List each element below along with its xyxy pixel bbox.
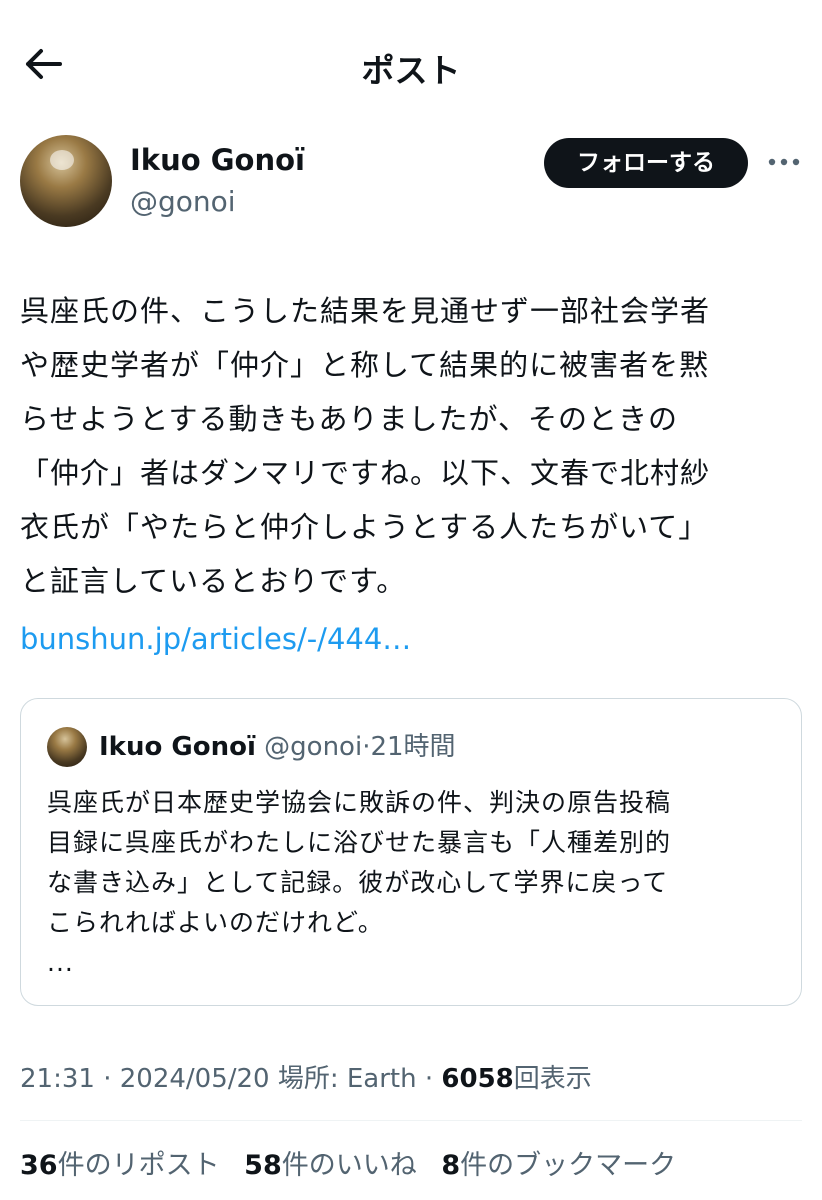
bookmark-count-label: 件のブックマーク [460, 1150, 677, 1181]
quoted-avatar[interactable] [47, 727, 87, 767]
follow-button[interactable]: フォローする [544, 138, 748, 188]
page-title: ポスト [361, 51, 461, 90]
quoted-author-handle: @gonoi [264, 732, 363, 762]
post-text-line: や歴史学者が「仲介」と称して結果的に被害者を黙 [20, 348, 710, 382]
engagement-stats: 36件のリポスト 58件のいいね 8件のブックマーク [20, 1143, 692, 1182]
ellipsis-icon[interactable] [764, 147, 804, 177]
avatar[interactable] [20, 135, 112, 227]
divider [20, 1120, 802, 1121]
repost-count-number: 36 [20, 1150, 58, 1181]
article-link[interactable]: bunshun.jp/articles/-/444… [20, 612, 812, 666]
post-text-line: と証言しているとおりです。 [20, 564, 407, 598]
author-name[interactable]: Ikuo Gonoï [130, 143, 305, 177]
quoted-time: 21時間 [370, 732, 456, 762]
quoted-text: 呉座氏が日本歴史学協会に敗訴の件、判決の原告投稿 目録に呉座氏がわたしに浴びせた… [47, 783, 777, 983]
bookmark-count[interactable]: 8件のブックマーク [441, 1150, 676, 1181]
like-count-label: 件のいいね [281, 1150, 417, 1181]
post-meta: 21:31 · 2024/05/20 場所: Earth · 6058回表示 [20, 1058, 592, 1095]
post-text-line: 呉座氏の件、こうした結果を見通せず一部社会学者 [20, 294, 711, 328]
post-text-line: 衣氏が「やたらと仲介しようとする人たちがいて」 [20, 510, 709, 544]
quoted-text-line: 目録に呉座氏がわたしに浴びせた暴言も「人種差別的 [47, 828, 672, 857]
meta-separator: · [424, 1064, 434, 1094]
meta-separator: · [103, 1064, 112, 1094]
quoted-post[interactable]: Ikuo Gonoï @gonoi·21時間 呉座氏が日本歴史学協会に敗訴の件、… [20, 698, 802, 1006]
bookmark-count-number: 8 [441, 1150, 461, 1181]
quoted-text-line: こられればよいのだけれど。 [47, 908, 384, 937]
like-count-number: 58 [244, 1150, 282, 1181]
post-date[interactable]: 2024/05/20 [120, 1064, 270, 1094]
repost-count[interactable]: 36件のリポスト [20, 1150, 220, 1181]
post-text-line: らせようとする動きもありましたが、そのときの [20, 402, 678, 436]
view-count-label: 回表示 [513, 1064, 592, 1094]
top-bar: ポスト [0, 0, 822, 128]
repost-count-label: 件のリポスト [57, 1150, 220, 1181]
quoted-header: Ikuo Gonoï @gonoi·21時間 [99, 727, 456, 767]
quoted-text-line: な書き込み」として記録。彼が改心して学界に戻って [47, 868, 669, 897]
post-text: 呉座氏の件、こうした結果を見通せず一部社会学者 や歴史学者が「仲介」と称して結果… [20, 284, 812, 666]
quoted-author-name: Ikuo Gonoï [99, 732, 256, 762]
like-count[interactable]: 58件のいいね [244, 1150, 417, 1181]
view-count: 6058 [441, 1064, 514, 1094]
post-text-line: 「仲介」者はダンマリですね。以下、文春で北村紗 [20, 456, 711, 490]
quoted-text-line: 呉座氏が日本歴史学協会に敗訴の件、判決の原告投稿 [47, 788, 672, 817]
post-location: 場所: Earth [277, 1064, 417, 1094]
post-time[interactable]: 21:31 [20, 1064, 95, 1094]
quoted-text-ellipsis: ... [47, 948, 74, 977]
author-handle[interactable]: @gonoi [130, 185, 236, 218]
post-author: Ikuo Gonoï @gonoi フォローする [20, 135, 810, 235]
